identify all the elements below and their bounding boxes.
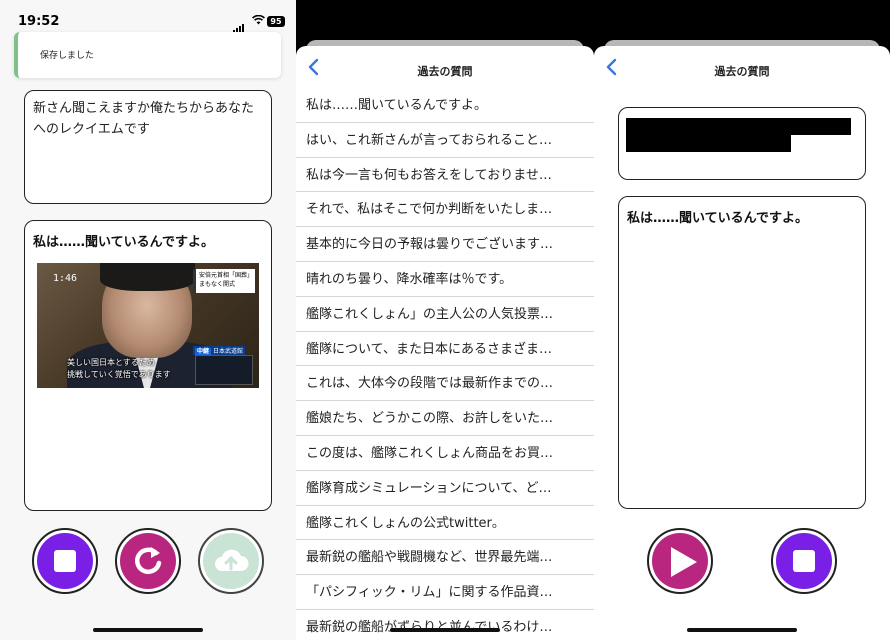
answer-text: 私は……聞いているんですよ。	[627, 211, 808, 226]
answer-text: 私は……聞いているんですよ。	[33, 235, 214, 250]
list-item[interactable]: 私は今一言も何もお答えをしておりませ…	[296, 158, 594, 193]
redo-button[interactable]	[115, 528, 181, 594]
answer-panel: 私は……聞いているんですよ。 1:46 安倍元首相「国葬」 まもなく開式 美しい…	[24, 220, 272, 511]
nav-bar: 過去の質問	[594, 46, 890, 88]
play-icon	[652, 533, 708, 589]
thumb-news-tag: 安倍元首相「国葬」 まもなく開式	[193, 269, 255, 293]
home-indicator	[93, 628, 203, 632]
thumb-inset-image	[195, 355, 253, 385]
list-item[interactable]: 艦隊これくしょんの公式twitter。	[296, 506, 594, 541]
stop-button[interactable]	[771, 528, 837, 594]
list-item[interactable]: 私は……聞いているんですよ。	[296, 88, 594, 123]
tag-line-2: まもなく開式	[199, 281, 236, 288]
live-label: 中継	[195, 348, 212, 355]
caption-line-2: 挑戦していく覚悟であります	[67, 370, 171, 379]
live-place: 日本武道館	[213, 348, 244, 355]
wifi-icon	[252, 14, 265, 28]
redacted-text	[626, 118, 851, 135]
cloud-upload-icon	[203, 533, 259, 589]
redo-icon	[120, 533, 176, 589]
tag-line-1: 安倍元首相「国葬」	[199, 272, 254, 279]
status-bar: 19:52 95	[0, 12, 296, 33]
list-item[interactable]: 「パシフィック・リム」に関する作品資…	[296, 575, 594, 610]
history-screen: 過去の質問 私は……聞いているんですよ。 はい、これ新さんが言っておられること……	[296, 0, 594, 640]
list-item[interactable]: 艦娘たち、どうかこの際、お許しをいた…	[296, 401, 594, 436]
list-item[interactable]: 艦隊について、また日本にあるさまざま…	[296, 332, 594, 367]
home-indicator	[687, 628, 797, 632]
redacted-text	[626, 135, 791, 152]
stop-icon	[776, 533, 832, 589]
page-title: 過去の質問	[714, 65, 770, 78]
saved-toast: 保存しました	[14, 32, 281, 78]
history-sheet: 過去の質問 私は……聞いているんですよ。 はい、これ新さんが言っておられること……	[296, 46, 594, 640]
play-button[interactable]	[647, 528, 713, 594]
video-thumbnail[interactable]: 1:46 安倍元首相「国葬」 まもなく開式 美しい国日本とするため 挑戦していく…	[37, 263, 259, 388]
list-item[interactable]: 基本的に今日の予報は曇りでございます…	[296, 227, 594, 262]
thumb-hair	[100, 263, 195, 291]
list-item[interactable]: この度は、艦隊これくしょん商品をお買…	[296, 436, 594, 471]
toast-message: 保存しました	[40, 51, 95, 61]
status-time: 19:52	[18, 14, 60, 29]
nav-bar: 過去の質問	[296, 46, 594, 88]
question-input[interactable]: 新さん聞こえますか俺たちからあなたへのレクイエムです	[24, 90, 272, 204]
list-item[interactable]: 艦隊育成シミュレーションについて、ど…	[296, 471, 594, 506]
battery-icon: 95	[267, 16, 285, 27]
caption-line-1: 美しい国日本とするため	[67, 358, 155, 367]
list-item[interactable]: それで、私はそこで何か判断をいたしま…	[296, 192, 594, 228]
upload-button[interactable]	[198, 528, 264, 594]
thumb-clock: 1:46	[53, 273, 78, 284]
recorder-screen: 19:52 95 保存しました 新さん聞こえますか俺たちからあなたへのレクイエム…	[0, 0, 296, 640]
list-item[interactable]: はい、これ新さんが言っておられること…	[296, 123, 594, 158]
home-indicator	[390, 628, 500, 632]
list-item[interactable]: 艦隊これくしょん」の主人公の人気投票…	[296, 297, 594, 332]
list-item[interactable]: これは、大体今の段階では最新作までの…	[296, 366, 594, 402]
answer-panel: 私は……聞いているんですよ。	[618, 196, 866, 509]
stop-icon	[37, 533, 93, 589]
list-item[interactable]: 晴れのち曇り、降水確率は％です。	[296, 262, 594, 297]
question-panel	[618, 107, 866, 180]
history-list: 私は……聞いているんですよ。 はい、これ新さんが言っておられること… 私は今一言…	[296, 88, 594, 640]
detail-screen: 過去の質問 私は……聞いているんですよ。	[594, 0, 890, 640]
list-item[interactable]: 最新鋭の艦船がずらりと並んでいるわけ…	[296, 610, 594, 640]
live-badge: 中継 日本武道館	[193, 346, 246, 355]
stop-button[interactable]	[32, 528, 98, 594]
thumb-caption: 美しい国日本とするため 挑戦していく覚悟であります	[67, 357, 171, 381]
signal-icon	[233, 18, 245, 33]
list-item[interactable]: 最新鋭の艦船や戦闘機など、世界最先端…	[296, 540, 594, 576]
page-title: 過去の質問	[417, 65, 473, 78]
